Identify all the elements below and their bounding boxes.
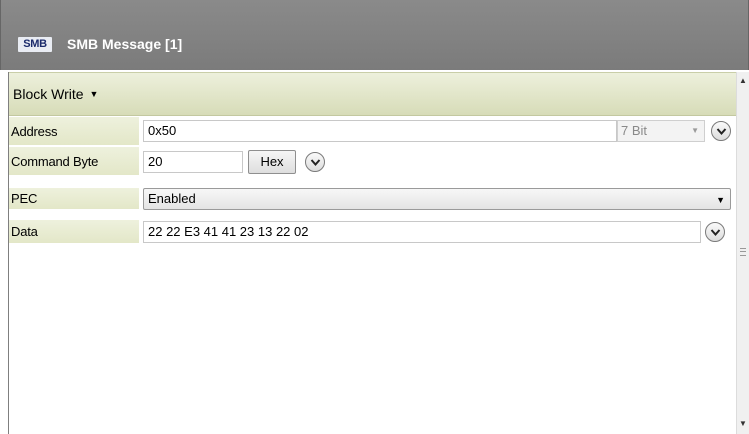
mode-label: Block Write [13,86,84,102]
command-expand-button[interactable] [305,152,325,172]
address-expand-button[interactable] [711,121,731,141]
address-row: Address 0x50 7 Bit ▼ [9,117,736,146]
address-bits-value: 7 Bit [621,123,648,138]
mode-dropdown-button[interactable]: Block Write ▼ [11,84,100,104]
command-byte-label: Command Byte [9,147,139,176]
scroll-down-icon[interactable]: ▼ [739,419,747,428]
smb-message-window: SMB SMB Message [1] Block Write ▼ Addres… [0,0,749,434]
pec-row: PEC Enabled ▼ [9,188,736,210]
command-byte-row: Command Byte 20 Hex [9,147,736,176]
chevron-down-icon [310,159,321,167]
pec-label: PEC [9,188,139,210]
pec-value: Enabled [148,191,196,206]
data-expand-button[interactable] [705,222,725,242]
window-title: SMB Message [1] [67,36,183,52]
scroll-grip-icon[interactable] [740,248,746,256]
command-byte-input[interactable]: 20 [143,151,243,173]
data-input[interactable]: 22 22 E3 41 41 23 13 22 02 [143,221,701,243]
title-bar: SMB SMB Message [1] [0,0,749,70]
mode-toolbar: Block Write ▼ [9,72,736,116]
vertical-scrollbar[interactable]: ▲ ▼ [736,72,749,434]
address-label: Address [9,117,139,146]
chevron-down-icon: ▼ [691,126,699,135]
dropdown-caret-icon: ▼ [716,195,725,205]
dropdown-caret-icon: ▼ [89,89,99,99]
data-row: Data 22 22 E3 41 41 23 13 22 02 [9,220,736,249]
chevron-down-icon [716,128,727,136]
scroll-up-icon[interactable]: ▲ [739,76,747,85]
address-input[interactable]: 0x50 [143,120,617,142]
data-label: Data [9,220,139,244]
hex-format-button[interactable]: Hex [248,150,296,174]
smb-logo: SMB [18,37,52,52]
pec-select[interactable]: Enabled ▼ [143,188,731,210]
chevron-down-icon [710,229,721,237]
address-bits-select[interactable]: 7 Bit ▼ [617,120,705,142]
